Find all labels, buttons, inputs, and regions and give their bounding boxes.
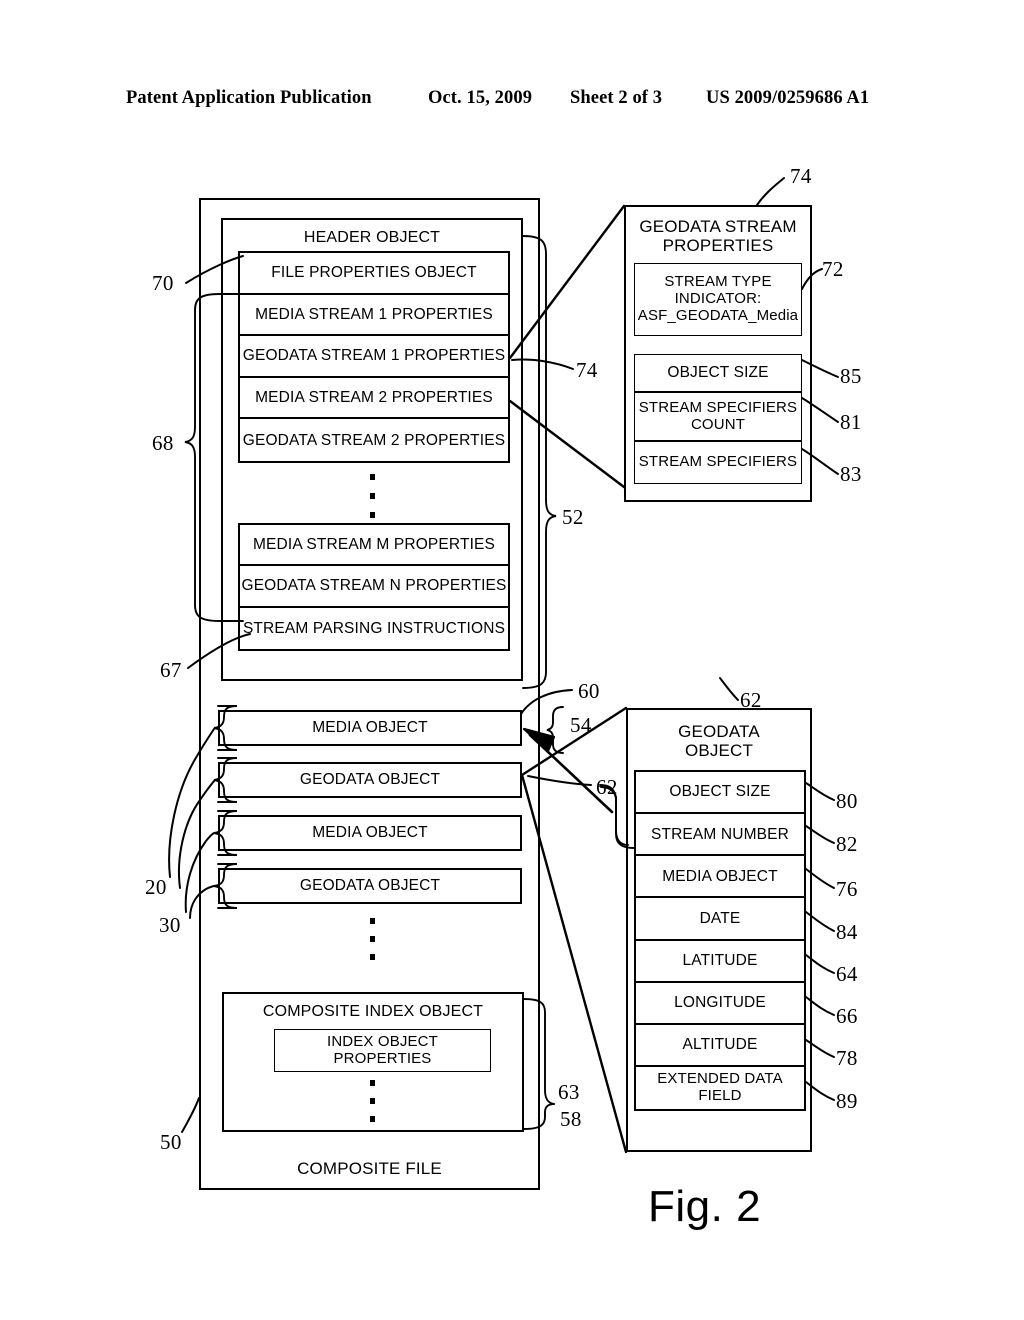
data-objects-ellipsis bbox=[369, 918, 375, 960]
stream-properties-row: MEDIA STREAM M PROPERTIES bbox=[240, 525, 508, 567]
data-object-geodata-2: GEODATA OBJECT bbox=[218, 868, 522, 904]
geodata-object-field: OBJECT SIZE bbox=[636, 772, 804, 815]
stream-specifiers-label: STREAM SPECIFIERS bbox=[638, 453, 798, 471]
ref-numeral-74-top: 74 bbox=[790, 164, 812, 188]
stream-specifiers-count-field: STREAM SPECIFIERS COUNT bbox=[634, 392, 802, 441]
index-object-properties-label: INDEX OBJECT PROPERTIES bbox=[327, 1032, 438, 1067]
geodata-object-field: LATITUDE bbox=[636, 941, 804, 983]
geodata-object-title: GEODATA OBJECT bbox=[678, 721, 760, 760]
publication-label: Patent Application Publication bbox=[126, 88, 372, 108]
index-object-properties-box: INDEX OBJECT PROPERTIES bbox=[274, 1029, 491, 1072]
stream-properties-row: FILE PROPERTIES OBJECT bbox=[240, 253, 508, 295]
ref-numeral-64: 64 bbox=[836, 962, 858, 986]
stream-properties-row: GEODATA STREAM 1 PROPERTIES bbox=[240, 336, 508, 378]
ref-numeral-72: 72 bbox=[822, 257, 844, 281]
stream-properties-row: GEODATA STREAM N PROPERTIES bbox=[240, 566, 508, 608]
geodata-object-field: ALTITUDE bbox=[636, 1025, 804, 1067]
ref-numeral-78: 78 bbox=[836, 1046, 858, 1070]
ref-numeral-76: 76 bbox=[836, 877, 858, 901]
stream-properties-row: MEDIA STREAM 2 PROPERTIES bbox=[240, 378, 508, 420]
stream-properties-row: STREAM PARSING INSTRUCTIONS bbox=[242, 619, 506, 637]
geodata-object-field: EXTENDED DATA FIELD bbox=[657, 1070, 783, 1104]
data-object-label: MEDIA OBJECT bbox=[312, 719, 428, 737]
ref-numeral-58: 58 bbox=[560, 1107, 582, 1131]
gsp-object-size-field: OBJECT SIZE bbox=[634, 354, 802, 392]
stream-type-indicator-label: STREAM TYPE INDICATOR: ASF_GEODATA_Media bbox=[637, 273, 799, 324]
ref-numeral-20: 20 bbox=[145, 875, 167, 899]
sheet-number: Sheet 2 of 3 bbox=[570, 88, 663, 108]
composite-file-label: COMPOSITE FILE bbox=[297, 1159, 442, 1179]
ref-numeral-30: 30 bbox=[159, 913, 181, 937]
publication-date: Oct. 15, 2009 bbox=[428, 88, 533, 108]
composite-index-object-title: COMPOSITE INDEX OBJECT bbox=[262, 1003, 484, 1021]
geodata-object-field: LONGITUDE bbox=[636, 983, 804, 1025]
stream-type-indicator-field: STREAM TYPE INDICATOR: ASF_GEODATA_Media bbox=[634, 263, 802, 336]
data-object-label: GEODATA OBJECT bbox=[299, 771, 441, 789]
ref-numeral-50: 50 bbox=[160, 1130, 182, 1154]
data-object-label: GEODATA OBJECT bbox=[299, 877, 441, 895]
stream-properties-row: MEDIA STREAM 1 PROPERTIES bbox=[240, 295, 508, 337]
ref-numeral-81: 81 bbox=[840, 410, 862, 434]
ref-numeral-62-box: 62 bbox=[740, 688, 762, 712]
ref-numeral-85: 85 bbox=[840, 364, 862, 388]
ref-numeral-68: 68 bbox=[152, 431, 174, 455]
data-object-media-1: MEDIA OBJECT bbox=[218, 710, 522, 746]
geodata-object-field: STREAM NUMBER bbox=[636, 814, 804, 857]
ref-numeral-83: 83 bbox=[840, 462, 862, 486]
ref-numeral-84: 84 bbox=[836, 920, 858, 944]
figure-caption: Fig. 2 bbox=[648, 1182, 762, 1231]
ref-numeral-62-mid: 62 bbox=[596, 775, 618, 799]
ref-numeral-89: 89 bbox=[836, 1089, 858, 1113]
ref-numeral-60: 60 bbox=[578, 679, 600, 703]
page-header: Patent Application Publication Oct. 15, … bbox=[0, 88, 1024, 114]
data-object-geodata-1: GEODATA OBJECT bbox=[218, 762, 522, 798]
composite-index-ellipsis bbox=[369, 1080, 375, 1122]
header-tail-stack: MEDIA STREAM M PROPERTIES GEODATA STREAM… bbox=[238, 523, 510, 651]
geodata-object-fields-stack: OBJECT SIZE STREAM NUMBER MEDIA OBJECT D… bbox=[634, 770, 806, 1111]
ref-numeral-63: 63 bbox=[558, 1080, 580, 1104]
ref-numeral-82: 82 bbox=[836, 832, 858, 856]
ref-numeral-66: 66 bbox=[836, 1004, 858, 1028]
geodata-object-field: DATE bbox=[636, 898, 804, 941]
stream-properties-row: GEODATA STREAM 2 PROPERTIES bbox=[242, 431, 506, 449]
data-object-label: MEDIA OBJECT bbox=[312, 824, 428, 842]
gsp-object-size-label: OBJECT SIZE bbox=[667, 364, 769, 382]
data-object-media-2: MEDIA OBJECT bbox=[218, 815, 522, 851]
ref-numeral-67: 67 bbox=[160, 658, 182, 682]
ref-numeral-54: 54 bbox=[570, 713, 592, 737]
header-object-title: HEADER OBJECT bbox=[303, 229, 441, 247]
ref-numeral-70: 70 bbox=[152, 271, 174, 295]
header-stream-properties-stack: FILE PROPERTIES OBJECT MEDIA STREAM 1 PR… bbox=[238, 251, 510, 463]
ref-numeral-74-mid: 74 bbox=[576, 358, 598, 382]
ref-numeral-52: 52 bbox=[562, 505, 584, 529]
header-object-ellipsis bbox=[369, 474, 375, 518]
geodata-object-field: MEDIA OBJECT bbox=[636, 856, 804, 899]
patent-number: US 2009/0259686 A1 bbox=[706, 88, 870, 108]
stream-specifiers-field: STREAM SPECIFIERS bbox=[634, 441, 802, 484]
stream-specifiers-count-label: STREAM SPECIFIERS COUNT bbox=[638, 398, 798, 433]
geodata-stream-properties-title: GEODATA STREAM PROPERTIES bbox=[639, 216, 797, 255]
ref-numeral-80: 80 bbox=[836, 789, 858, 813]
